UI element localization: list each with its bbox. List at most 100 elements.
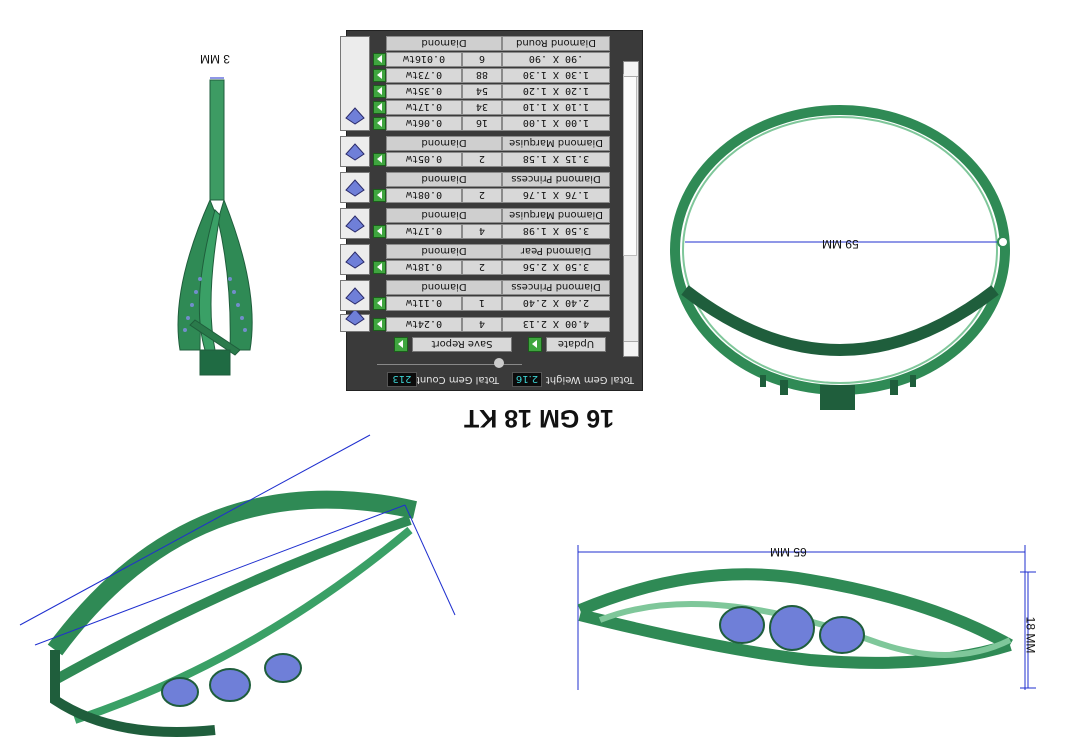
gem-name: Diamond Marquise (502, 136, 610, 151)
save-report-arrow-icon[interactable] (394, 337, 408, 352)
gem-size: 1.10 X 1.10 (502, 100, 610, 115)
gem-weight: 0.24tw (386, 317, 462, 332)
update-button[interactable]: Update (546, 337, 606, 352)
gem-size-row[interactable]: 3.50 X 1.98 4 0.17tw (372, 224, 610, 239)
gem-shape: Diamond (386, 208, 502, 223)
arrow-right-icon[interactable] (373, 101, 386, 114)
gem-weight: 0.17tw (386, 224, 462, 239)
gem-size: 2.40 X 2.40 (502, 296, 610, 311)
gem-size-row[interactable]: 2.40 X 2.40 1 0.11tw (372, 296, 610, 311)
arrow-right-icon[interactable] (373, 153, 386, 166)
gem-size: 1.00 X 1.00 (502, 116, 610, 131)
inner-diameter-label: 59 MM (822, 237, 859, 251)
gem-icon (340, 308, 370, 332)
arrow-right-icon[interactable] (373, 318, 386, 331)
gem-name: Diamond Princess (502, 280, 610, 295)
gem-count: 4 (462, 224, 502, 239)
gem-header: Diamond Princess Diamond (372, 172, 610, 187)
perspective-view-render (19, 434, 456, 737)
gem-count: 54 (462, 84, 502, 99)
gem-name: Diamond Marquise (502, 208, 610, 223)
diamond-round-icon (340, 36, 370, 131)
diamond-pear-icon (340, 244, 370, 275)
total-gem-count-value: 213 (387, 372, 417, 387)
height-label: 18 MM (1023, 616, 1038, 654)
gem-size-row[interactable]: .90 X .90 6 0.016tw (372, 52, 610, 67)
gem-size-row[interactable]: 3.15 X 1.58 2 0.05tw (372, 152, 610, 167)
gem-name: Diamond Pear (502, 244, 610, 259)
gem-size: 3.50 X 2.56 (502, 260, 610, 275)
gem-size-row[interactable]: 3.50 X 2.56 2 0.18tw (372, 260, 610, 275)
gem-size-row[interactable]: 1.20 X 1.20 54 0.35tw (372, 84, 610, 99)
gem-weight: 0.11tw (386, 296, 462, 311)
gem-count: 16 (462, 116, 502, 131)
gem-size-row[interactable]: 4.00 X 2.13 4 0.24tw (372, 317, 610, 332)
gem-shape: Diamond (386, 244, 502, 259)
gem-weight: 0.05tw (386, 152, 462, 167)
side-view-render (177, 77, 253, 376)
gem-header: Diamond Round Diamond (372, 36, 610, 51)
diamond-princess-icon (340, 280, 370, 311)
arrow-right-icon[interactable] (373, 225, 386, 238)
scroll-thumb[interactable] (623, 74, 637, 256)
total-gem-weight-label: Total Gem Weight (545, 374, 634, 385)
arrow-right-icon[interactable] (373, 53, 386, 66)
gem-name: Diamond Round (502, 36, 610, 51)
scroll-down-icon[interactable] (624, 62, 638, 77)
side-width-label: 3 MM (200, 52, 230, 66)
gem-count: 34 (462, 100, 502, 115)
gem-size: .90 X .90 (502, 52, 610, 67)
update-arrow-icon[interactable] (528, 337, 542, 352)
gem-size: 3.50 X 1.98 (502, 224, 610, 239)
gem-size-row[interactable]: 1.76 X 1.76 2 0.08tw (372, 188, 610, 203)
total-gem-count-label: Total Gem Count (415, 374, 499, 385)
weight-heading: 16 GM 18 KT (463, 404, 615, 432)
gem-header: Diamond Marquise Diamond (372, 208, 610, 223)
gem-shape: Diamond (386, 172, 502, 187)
gem-shape: Diamond (386, 36, 502, 51)
gem-size-row[interactable]: 1.00 X 1.00 16 0.06tw (372, 116, 610, 131)
arrow-right-icon[interactable] (373, 189, 386, 202)
arrow-right-icon[interactable] (373, 261, 386, 274)
report-scrollbar[interactable] (623, 61, 639, 357)
arrow-right-icon[interactable] (373, 85, 386, 98)
scroll-up-icon[interactable] (624, 341, 638, 356)
gem-weight: 0.17tw (386, 100, 462, 115)
total-gem-weight-value: 2.16 (512, 372, 542, 387)
gem-size: 1.20 X 1.20 (502, 84, 610, 99)
gem-shape: Diamond (386, 136, 502, 151)
gem-header: Diamond Princess Diamond (372, 280, 610, 295)
front-view-render (577, 545, 1036, 690)
gem-count: 6 (462, 52, 502, 67)
gem-report-panel: Total Gem Weight 2.16 Total Gem Count 21… (340, 30, 643, 391)
gem-name: Diamond Princess (502, 172, 610, 187)
gem-weight: 0.06tw (386, 116, 462, 131)
arrow-right-icon[interactable] (373, 69, 386, 82)
chevron-down-icon[interactable] (494, 358, 504, 368)
gem-count: 1 (462, 296, 502, 311)
gem-size: 1.76 X 1.76 (502, 188, 610, 203)
top-view-render (670, 105, 1010, 410)
gem-count: 2 (462, 260, 502, 275)
gem-header: Diamond Marquise Diamond (372, 136, 610, 151)
save-report-button[interactable]: Save Report (412, 337, 512, 352)
arrow-right-icon[interactable] (373, 117, 386, 130)
diamond-marquise-icon (340, 136, 370, 167)
gem-weight: 0.016tw (386, 52, 462, 67)
gem-size-row[interactable]: 1.10 X 1.10 34 0.17tw (372, 100, 610, 115)
gem-weight: 0.18tw (386, 260, 462, 275)
gem-weight: 0.08tw (386, 188, 462, 203)
gem-weight: 0.73tw (386, 68, 462, 83)
gem-count: 4 (462, 317, 502, 332)
gem-header: Diamond Pear Diamond (372, 244, 610, 259)
gem-count: 88 (462, 68, 502, 83)
arrow-right-icon[interactable] (373, 297, 386, 310)
gem-size-row[interactable]: 1.30 X 1.30 88 0.73tw (372, 68, 610, 83)
gem-size: 3.15 X 1.58 (502, 152, 610, 167)
gem-count: 2 (462, 188, 502, 203)
gem-size: 1.30 X 1.30 (502, 68, 610, 83)
gem-size: 4.00 X 2.13 (502, 317, 610, 332)
gem-weight: 0.35tw (386, 84, 462, 99)
outer-width-label: 65 MM (770, 545, 807, 559)
gem-count: 2 (462, 152, 502, 167)
